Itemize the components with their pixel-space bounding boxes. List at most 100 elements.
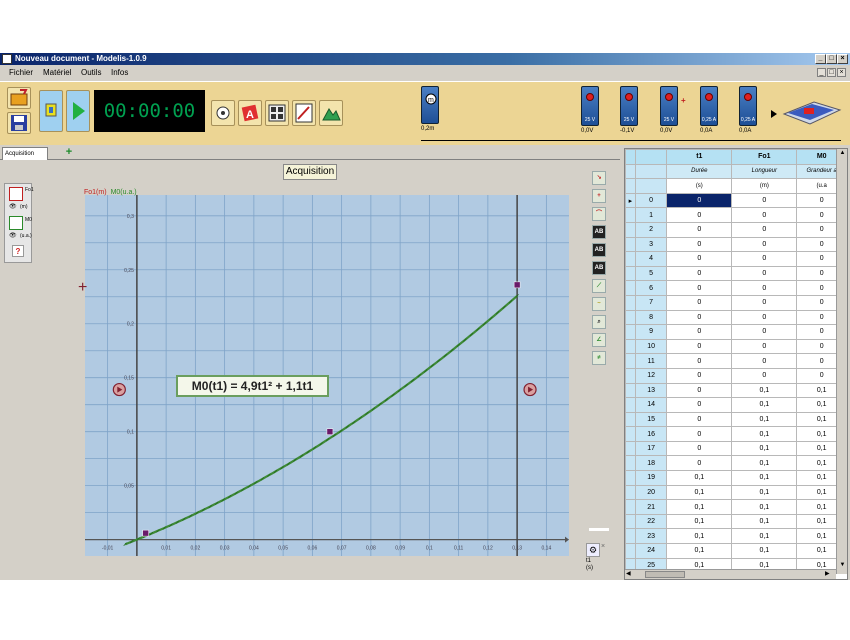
- table-row[interactable]: 17 0 0,1 0,1: [625, 440, 847, 457]
- table-row[interactable]: 18 0 0,1 0,1: [625, 455, 847, 472]
- ab-tool-2[interactable]: AB: [592, 243, 606, 257]
- row-number[interactable]: 11: [634, 353, 668, 369]
- tab-acquisition[interactable]: Acquisition: [2, 147, 48, 160]
- maximize-button[interactable]: □: [826, 54, 837, 64]
- table-cell[interactable]: 0: [666, 440, 733, 457]
- row-number[interactable]: 6: [634, 280, 668, 296]
- table-cell[interactable]: 0,1: [666, 543, 733, 559]
- stop-button[interactable]: [39, 90, 63, 132]
- table-cell[interactable]: 0,1: [731, 528, 798, 545]
- text-tool-button[interactable]: A: [238, 100, 262, 126]
- table-cell[interactable]: 0: [666, 280, 733, 296]
- table-cell[interactable]: 0: [731, 280, 798, 296]
- table-row[interactable]: 7000: [625, 294, 847, 311]
- start-acquisition-button[interactable]: [66, 90, 90, 132]
- table-row[interactable]: 4000: [625, 251, 847, 267]
- table-cell[interactable]: 0: [731, 207, 798, 223]
- table-cell[interactable]: 0: [666, 411, 733, 428]
- app-icon[interactable]: [2, 54, 12, 64]
- wave-tool[interactable]: ~: [592, 297, 606, 311]
- row-number[interactable]: 4: [634, 251, 668, 267]
- table-cell[interactable]: 0: [666, 338, 733, 355]
- table-horizontal-scrollbar[interactable]: ◀ ▶: [625, 569, 836, 579]
- ab-tool-1[interactable]: AB: [592, 225, 606, 239]
- open-file-button[interactable]: [7, 87, 31, 109]
- line-tool[interactable]: ⟋: [592, 279, 606, 293]
- row-number[interactable]: 17: [634, 440, 668, 457]
- doc-minimize-button[interactable]: _: [817, 68, 826, 77]
- table-cell[interactable]: 0,1: [666, 470, 733, 486]
- table-row[interactable]: 2000: [625, 221, 847, 238]
- axis-close-icon[interactable]: ×: [601, 543, 605, 550]
- table-row[interactable]: ▸ 0 0 0 0: [625, 192, 847, 209]
- table-cell[interactable]: 0: [666, 324, 733, 340]
- table-row[interactable]: 15 0 0,1 0,1: [625, 411, 847, 428]
- tangent-tool[interactable]: ⌒: [592, 207, 606, 221]
- row-number[interactable]: 15: [634, 411, 668, 428]
- scroll-left-icon[interactable]: ◀: [626, 570, 631, 577]
- table-cell[interactable]: 0: [731, 192, 798, 209]
- row-number[interactable]: 8: [634, 309, 668, 326]
- sensor-fo1[interactable]: m: [421, 86, 439, 124]
- doc-restore-button[interactable]: □: [827, 68, 836, 77]
- row-number[interactable]: 0: [634, 192, 668, 209]
- table-cell[interactable]: 0: [731, 221, 798, 238]
- table-cell[interactable]: 0,1: [731, 543, 798, 559]
- table-cell[interactable]: 0: [731, 324, 798, 340]
- table-cell[interactable]: 0: [666, 382, 733, 399]
- table-cell[interactable]: 0: [731, 251, 798, 267]
- table-cell[interactable]: 0,1: [731, 484, 798, 501]
- sensor-voltage-3[interactable]: 25 V: [660, 86, 678, 126]
- table-cell[interactable]: 0: [731, 236, 798, 253]
- minimize-button[interactable]: _: [815, 54, 826, 64]
- eye-icon[interactable]: 👁: [9, 203, 17, 210]
- table-cell[interactable]: 0,1: [731, 440, 798, 457]
- ab-tool-3[interactable]: AB: [592, 261, 606, 275]
- row-number[interactable]: 21: [634, 499, 668, 515]
- sensor-voltage-1[interactable]: 25 V: [581, 86, 599, 126]
- table-cell[interactable]: 0: [666, 309, 733, 326]
- table-row[interactable]: 13 0 0,1 0,1: [625, 382, 847, 399]
- row-number[interactable]: 5: [634, 265, 668, 282]
- column-header[interactable]: t1: [666, 149, 733, 165]
- crosshair-tool[interactable]: +: [592, 189, 606, 203]
- table-cell[interactable]: 0: [731, 265, 798, 282]
- table-cell[interactable]: 0,1: [731, 470, 798, 486]
- column-header[interactable]: Fo1: [731, 149, 798, 165]
- table-row[interactable]: 9000: [625, 324, 847, 340]
- interface-device-icon[interactable]: [770, 94, 846, 130]
- table-row[interactable]: 16 0 0,1 0,1: [625, 426, 847, 442]
- row-number[interactable]: 13: [634, 382, 668, 399]
- table-row[interactable]: 19 0,1 0,1 0,1: [625, 470, 847, 486]
- add-tab-button[interactable]: +: [62, 147, 76, 158]
- table-row[interactable]: 23 0,1 0,1 0,1: [625, 528, 847, 545]
- scroll-thumb[interactable]: [645, 571, 685, 578]
- table-cell[interactable]: 0: [666, 367, 733, 384]
- row-number[interactable]: 12: [634, 367, 668, 384]
- row-number[interactable]: 3: [634, 236, 668, 253]
- table-cell[interactable]: 0,1: [731, 411, 798, 428]
- model-button[interactable]: [319, 100, 343, 126]
- function-button[interactable]: [292, 100, 316, 126]
- table-cell[interactable]: 0: [731, 309, 798, 326]
- scroll-right-icon[interactable]: ▶: [825, 570, 830, 577]
- row-number[interactable]: 16: [634, 426, 668, 442]
- sensor-voltage-2[interactable]: 25 V: [620, 86, 638, 126]
- pointer-tool[interactable]: ↘: [592, 171, 606, 185]
- table-row[interactable]: 11 0 0 0: [625, 353, 847, 369]
- calibration-button[interactable]: [211, 100, 235, 126]
- save-button[interactable]: [7, 112, 31, 134]
- table-cell[interactable]: 0,1: [666, 513, 733, 530]
- table-cell[interactable]: 0: [666, 221, 733, 238]
- angle-tool[interactable]: ∠: [592, 333, 606, 347]
- menu-fichier[interactable]: Fichier: [9, 67, 33, 79]
- menu-outils[interactable]: Outils: [81, 67, 101, 79]
- table-cell[interactable]: 0: [666, 265, 733, 282]
- menu-infos[interactable]: Infos: [111, 67, 128, 79]
- data-grid[interactable]: t1 Fo1 M0 Durée Longueur Grandeur a (s) (m) (u.a…: [625, 149, 847, 574]
- menu-materiel[interactable]: Matériel: [43, 67, 71, 79]
- acquisition-button[interactable]: Acquisition: [283, 164, 337, 180]
- model-equation-label[interactable]: M0(t1) = 4,9t1² + 1,1t1: [176, 375, 329, 397]
- table-row[interactable]: 10 0 0 0: [625, 338, 847, 355]
- table-cell[interactable]: 0: [666, 207, 733, 223]
